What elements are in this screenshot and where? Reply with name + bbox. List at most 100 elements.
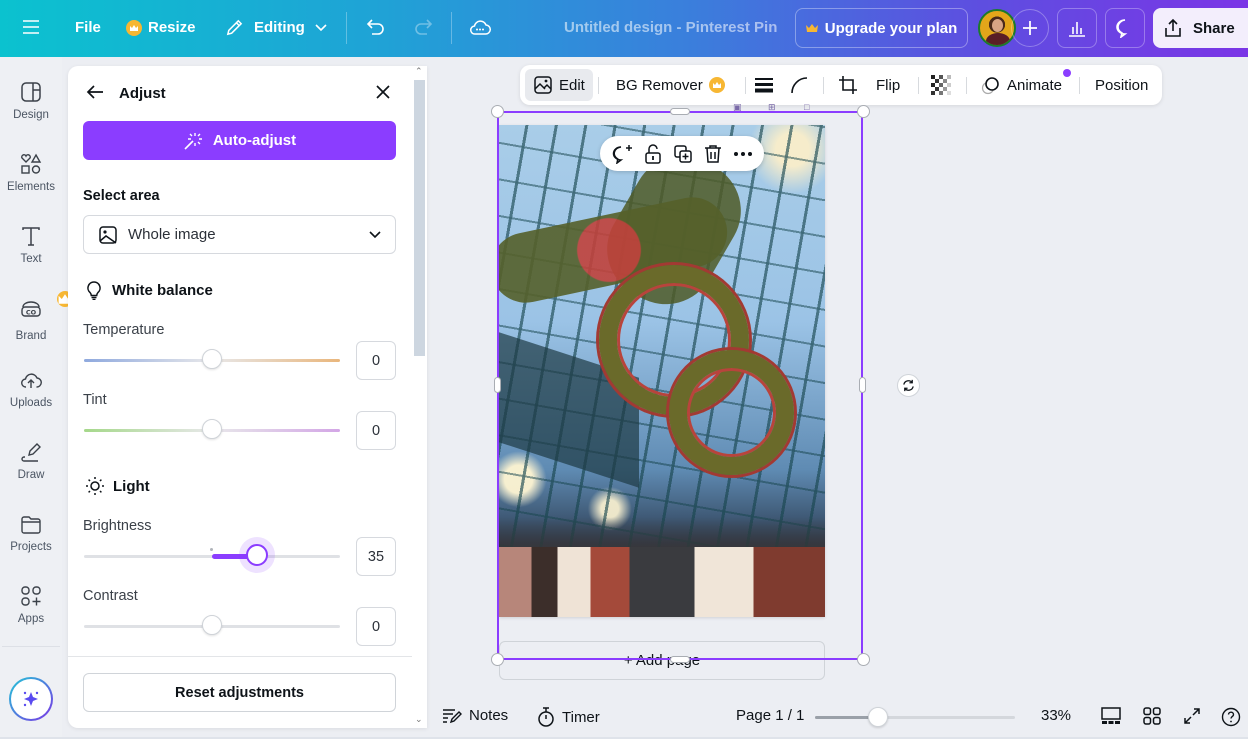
animate-icon xyxy=(981,77,999,95)
close-panel-button[interactable] xyxy=(375,84,391,105)
position-button[interactable]: Position xyxy=(1095,69,1148,101)
file-menu-button[interactable]: File xyxy=(75,19,101,36)
comments-button[interactable] xyxy=(1105,8,1145,48)
crop-button[interactable] xyxy=(838,69,858,101)
light-header: Light xyxy=(85,476,150,496)
notes-button[interactable]: Notes xyxy=(442,707,508,724)
crop-icon xyxy=(839,76,857,94)
edit-image-button[interactable]: Edit xyxy=(525,69,593,101)
resize-handle-right[interactable] xyxy=(859,377,866,393)
add-page-button[interactable]: + Add page xyxy=(499,641,825,680)
crown-icon xyxy=(805,23,818,32)
brightness-value-input[interactable]: 35 xyxy=(356,537,396,576)
tint-slider-thumb[interactable] xyxy=(202,419,222,439)
divider xyxy=(918,77,919,94)
resize-handle-top[interactable] xyxy=(670,108,690,115)
rail-item-uploads[interactable]: Uploads xyxy=(0,369,62,433)
tint-value-input[interactable]: 0 xyxy=(356,411,396,450)
help-button[interactable] xyxy=(1221,707,1241,727)
divider xyxy=(2,646,60,647)
timer-button[interactable]: Timer xyxy=(537,707,600,727)
design-page[interactable] xyxy=(499,125,825,617)
rail-item-elements[interactable]: Elements xyxy=(0,153,62,217)
lock-button[interactable] xyxy=(644,143,662,164)
corner-rounding-button[interactable] xyxy=(790,69,808,101)
resize-handle-top-right[interactable] xyxy=(857,105,870,118)
page-duplicate-icon[interactable]: ⊞ xyxy=(768,102,776,113)
border-style-button[interactable] xyxy=(754,69,774,101)
scroll-down-arrow[interactable]: ⌄ xyxy=(415,714,423,725)
christmas-market-photo[interactable] xyxy=(499,125,825,617)
rotate-button[interactable] xyxy=(897,374,920,397)
divider xyxy=(598,77,599,94)
temperature-value-input[interactable]: 0 xyxy=(356,341,396,380)
zoom-percentage[interactable]: 33% xyxy=(1041,707,1071,724)
duplicate-button[interactable] xyxy=(673,144,693,164)
cloud-save-status-button[interactable] xyxy=(469,18,491,36)
reset-adjustments-button[interactable]: Reset adjustments xyxy=(83,673,396,712)
contrast-value-input[interactable]: 0 xyxy=(356,607,396,646)
more-options-button[interactable] xyxy=(733,151,753,157)
animate-button[interactable]: Animate xyxy=(981,69,1062,101)
rail-item-design[interactable]: Design xyxy=(0,81,62,145)
select-area-dropdown[interactable]: Whole image xyxy=(83,215,396,254)
add-comment-button[interactable] xyxy=(611,144,633,164)
zoom-slider-track[interactable] xyxy=(815,716,1015,719)
invite-button[interactable] xyxy=(1011,9,1049,47)
resize-button[interactable]: Resize xyxy=(126,19,196,36)
rail-label: Elements xyxy=(7,181,55,193)
page-indicator[interactable]: Page 1 / 1 xyxy=(736,707,804,724)
redo-button[interactable] xyxy=(413,18,433,36)
fullscreen-button[interactable] xyxy=(1183,707,1201,725)
page-add-icon[interactable]: □ xyxy=(804,102,809,112)
context-toolbar: Edit BG Remover Flip Animate Position xyxy=(520,65,1162,105)
grid-view-button[interactable] xyxy=(1143,707,1161,725)
share-button[interactable]: Share xyxy=(1153,8,1248,48)
rail-item-apps[interactable]: Apps xyxy=(0,585,62,649)
redo-icon xyxy=(415,19,433,35)
editing-mode-dropdown[interactable]: Editing xyxy=(225,18,327,37)
layout-icon xyxy=(21,82,41,102)
insights-button[interactable] xyxy=(1057,8,1097,48)
rail-label: Apps xyxy=(17,613,45,625)
pen-icon xyxy=(21,443,41,462)
cloud-upload-icon xyxy=(21,373,42,388)
magic-ai-button[interactable] xyxy=(9,677,53,721)
top-bar: File Resize Editing Untitled design - Pi… xyxy=(0,0,1248,57)
chevron-down-icon xyxy=(369,230,381,238)
main-menu-button[interactable] xyxy=(22,19,40,35)
rail-item-draw[interactable]: Draw xyxy=(0,441,62,505)
resize-handle-top-left[interactable] xyxy=(491,105,504,118)
upgrade-label: Upgrade your plan xyxy=(824,19,958,37)
expand-icon xyxy=(1184,708,1200,724)
transparency-button[interactable] xyxy=(931,69,951,101)
bg-remover-button[interactable]: BG Remover xyxy=(616,69,725,101)
temperature-slider-thumb[interactable] xyxy=(202,349,222,369)
rail-item-brand[interactable]: CO Brand xyxy=(0,291,73,361)
scroll-up-arrow[interactable]: ⌃ xyxy=(415,66,423,77)
notes-label: Notes xyxy=(469,707,509,724)
rail-item-projects[interactable]: Projects xyxy=(0,513,62,577)
brightness-slider-thumb[interactable] xyxy=(245,544,268,566)
text-icon xyxy=(22,227,40,246)
back-button[interactable] xyxy=(86,84,104,105)
upgrade-plan-button[interactable]: Upgrade your plan xyxy=(795,8,968,48)
contrast-slider-thumb[interactable] xyxy=(202,615,222,635)
page-lock-icon[interactable]: ▣ xyxy=(733,102,742,113)
white-balance-label: White balance xyxy=(112,281,213,299)
delete-button[interactable] xyxy=(704,144,722,164)
pencil-icon xyxy=(226,19,243,36)
resize-handle-bottom-left[interactable] xyxy=(491,653,504,666)
undo-button[interactable] xyxy=(366,18,386,36)
panel-scrollbar[interactable] xyxy=(414,80,425,356)
resize-handle-bottom-right[interactable] xyxy=(857,653,870,666)
zoom-slider-thumb[interactable] xyxy=(867,707,888,727)
border-weight-icon xyxy=(755,78,773,93)
resize-handle-left[interactable] xyxy=(494,377,501,393)
document-title[interactable]: Untitled design - Pinterest Pin xyxy=(564,19,777,36)
rail-item-text[interactable]: Text xyxy=(0,225,62,289)
page-thumbnails-button[interactable] xyxy=(1101,707,1121,725)
resize-handle-bottom[interactable] xyxy=(670,656,690,663)
flip-button[interactable]: Flip xyxy=(876,69,900,101)
auto-adjust-button[interactable]: Auto-adjust xyxy=(83,121,396,160)
